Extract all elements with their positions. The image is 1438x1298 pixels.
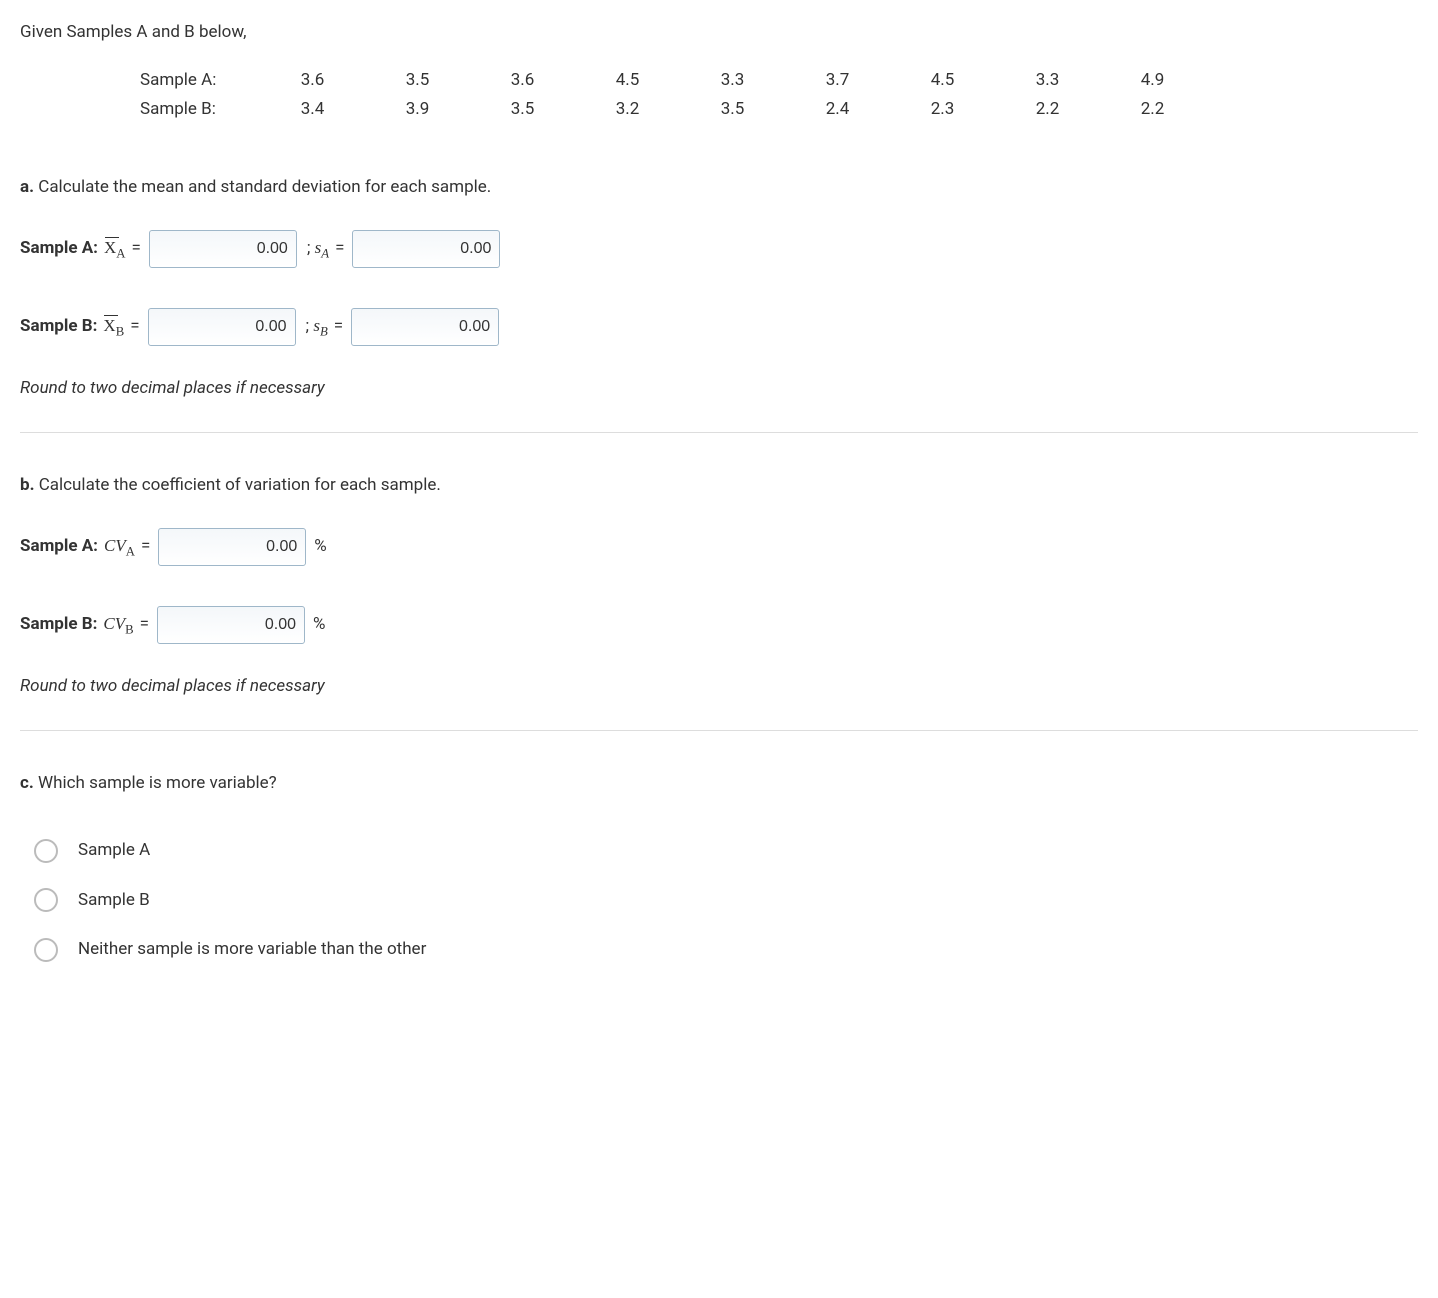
mean-a-input[interactable] <box>149 230 297 268</box>
sample-a-lead: Sample A: <box>20 236 98 262</box>
radio-option-neither[interactable]: Neither sample is more variable than the… <box>20 925 1418 975</box>
data-val: 3.5 <box>470 97 575 123</box>
data-val: 3.2 <box>575 97 680 123</box>
data-val: 4.9 <box>1100 68 1205 94</box>
cv-a-row: Sample A: CVA = % <box>20 528 1418 566</box>
equals-sign: = <box>141 534 150 560</box>
part-b-title: b. Calculate the coefficient of variatio… <box>20 473 1418 499</box>
radio-option-sample-a[interactable]: Sample A <box>20 826 1418 876</box>
data-val: 3.3 <box>680 68 785 94</box>
equals-sign: = <box>334 314 343 340</box>
radio-group: Sample A Sample B Neither sample is more… <box>20 826 1418 975</box>
data-val: 3.4 <box>260 97 365 123</box>
radio-label: Neither sample is more variable than the… <box>78 937 426 963</box>
part-b-text: Calculate the coefficient of variation f… <box>35 475 441 495</box>
data-val: 3.5 <box>680 97 785 123</box>
data-val: 3.9 <box>365 97 470 123</box>
mean-b-input[interactable] <box>148 308 296 346</box>
part-b-letter: b. <box>20 475 35 495</box>
cv-b-row: Sample B: CVB = % <box>20 606 1418 644</box>
data-val: 2.4 <box>785 97 890 123</box>
intro-text: Given Samples A and B below, <box>20 20 1418 46</box>
sample-a-label: Sample A: <box>140 68 260 94</box>
part-a-note: Round to two decimal places if necessary <box>20 376 1418 402</box>
sample-b-lead: Sample B: <box>20 314 97 340</box>
separator: ; sB <box>306 313 328 342</box>
equals-sign: = <box>131 236 140 262</box>
percent-sign: % <box>314 534 326 560</box>
subscript: B <box>125 622 134 636</box>
part-c-text: Which sample is more variable? <box>34 773 277 793</box>
cv-b-symbol: CVB <box>103 611 133 640</box>
sample-b-mean-sd-row: Sample B: XB = ; sB = <box>20 308 1418 346</box>
sample-a-row: Sample A: 3.6 3.5 3.6 4.5 3.3 3.7 4.5 3.… <box>140 66 1418 96</box>
sd-b-input[interactable] <box>351 308 499 346</box>
cv-a-symbol: CVA <box>104 533 135 562</box>
data-val: 2.3 <box>890 97 995 123</box>
radio-icon <box>34 839 58 863</box>
radio-icon <box>34 888 58 912</box>
s-a-symbol: sA <box>315 238 329 257</box>
radio-label: Sample B <box>78 888 150 914</box>
data-val: 2.2 <box>1100 97 1205 123</box>
radio-option-sample-b[interactable]: Sample B <box>20 876 1418 926</box>
part-c-title: c. Which sample is more variable? <box>20 771 1418 797</box>
subscript: B <box>320 324 328 338</box>
s-b-symbol: sB <box>313 316 327 335</box>
sample-b-label: Sample B: <box>140 97 260 123</box>
part-a-title: a. Calculate the mean and standard devia… <box>20 175 1418 201</box>
radio-icon <box>34 938 58 962</box>
cv-b-input[interactable] <box>157 606 305 644</box>
sample-data-table: Sample A: 3.6 3.5 3.6 4.5 3.3 3.7 4.5 3.… <box>20 66 1418 125</box>
sample-b-row: Sample B: 3.4 3.9 3.5 3.2 3.5 2.4 2.3 2.… <box>140 95 1418 125</box>
part-b-note: Round to two decimal places if necessary <box>20 674 1418 700</box>
cv-a-lead: Sample A: <box>20 534 98 560</box>
cv-a-input[interactable] <box>158 528 306 566</box>
data-val: 2.2 <box>995 97 1100 123</box>
cv-b-lead: Sample B: <box>20 612 97 638</box>
divider <box>20 730 1418 731</box>
data-val: 3.6 <box>470 68 575 94</box>
percent-sign: % <box>313 612 325 638</box>
equals-sign: = <box>140 612 149 638</box>
semicolon: ; <box>307 238 311 258</box>
data-val: 3.6 <box>260 68 365 94</box>
data-val: 3.3 <box>995 68 1100 94</box>
xbar-a-symbol: XA <box>104 235 126 264</box>
subscript: B <box>116 324 125 338</box>
data-val: 4.5 <box>575 68 680 94</box>
semicolon: ; <box>306 316 310 336</box>
data-val: 3.7 <box>785 68 890 94</box>
data-val: 4.5 <box>890 68 995 94</box>
part-c-letter: c. <box>20 773 34 793</box>
subscript: A <box>126 544 135 558</box>
xbar-b-symbol: XB <box>103 313 124 342</box>
equals-sign: = <box>335 236 344 262</box>
radio-label: Sample A <box>78 838 150 864</box>
part-a-letter: a. <box>20 177 34 197</box>
divider <box>20 432 1418 433</box>
part-a-text: Calculate the mean and standard deviatio… <box>34 177 491 197</box>
sample-a-mean-sd-row: Sample A: XA = ; sA = <box>20 230 1418 268</box>
subscript: A <box>116 246 125 260</box>
subscript: A <box>321 246 329 260</box>
equals-sign: = <box>130 314 139 340</box>
separator: ; sA <box>307 235 329 264</box>
sd-a-input[interactable] <box>352 230 500 268</box>
data-val: 3.5 <box>365 68 470 94</box>
